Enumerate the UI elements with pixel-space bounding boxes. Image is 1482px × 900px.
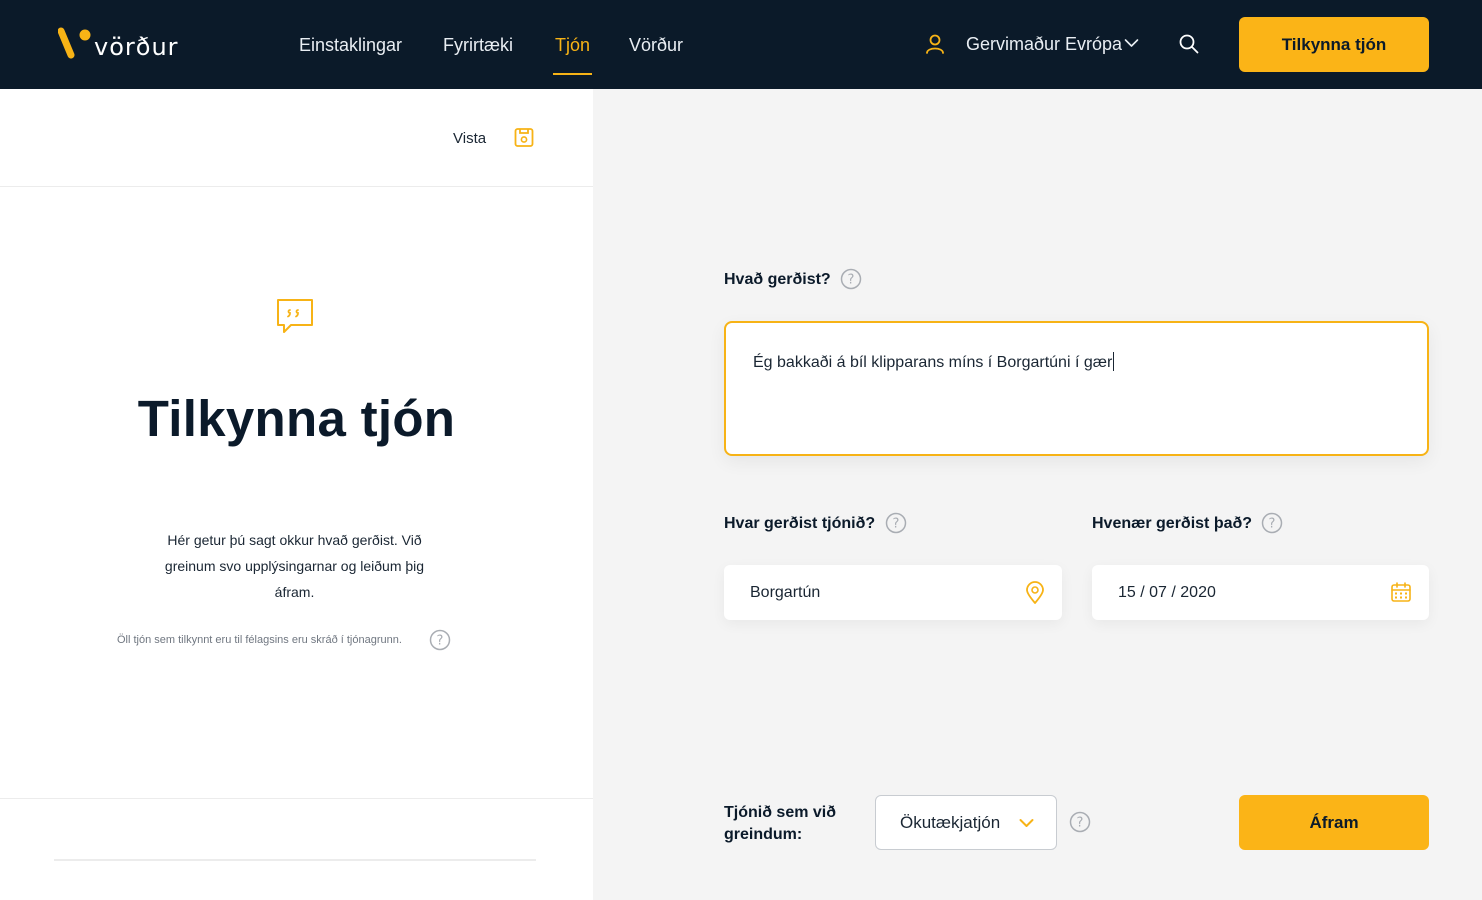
map-pin-icon[interactable] bbox=[1025, 581, 1045, 605]
location-input[interactable]: Borgartún bbox=[724, 565, 1062, 620]
svg-text:?: ? bbox=[893, 517, 900, 532]
text-caret bbox=[1113, 352, 1115, 371]
user-icon bbox=[926, 34, 944, 54]
claim-type-label: Tjónið sem við greindum: bbox=[724, 804, 837, 843]
intro-text: Hér getur þú sagt okkur hvað gerðist. Vi… bbox=[164, 532, 425, 600]
nav-fyrirtaeki[interactable]: Fyrirtæki bbox=[443, 35, 513, 56]
claim-type-value: Ökutækjatjón bbox=[900, 812, 1001, 832]
svg-text:?: ? bbox=[437, 634, 444, 649]
what-happened-label: Hvað gerðist? bbox=[724, 271, 831, 288]
help-icon[interactable]: ? bbox=[429, 629, 451, 651]
save-button-label[interactable]: Vista bbox=[453, 130, 486, 147]
logo-text: vörður bbox=[94, 33, 179, 61]
chevron-down-icon[interactable] bbox=[1124, 38, 1139, 48]
chevron-down-icon bbox=[1019, 819, 1034, 827]
nav-active-indicator bbox=[553, 73, 592, 75]
divider bbox=[0, 798, 593, 799]
continue-button[interactable]: Áfram bbox=[1239, 795, 1429, 850]
date-input[interactable]: 15 / 07 / 2020 bbox=[1092, 565, 1429, 620]
svg-text:?: ? bbox=[1269, 517, 1276, 532]
report-claim-button[interactable]: Tilkynna tjón bbox=[1239, 17, 1429, 72]
help-icon[interactable]: ? bbox=[1261, 512, 1283, 534]
where-label: Hvar gerðist tjónið? bbox=[724, 515, 876, 532]
when-label: Hvenær gerðist það? bbox=[1092, 515, 1253, 532]
claim-type-select[interactable]: Ökutækjatjón bbox=[875, 795, 1057, 850]
calendar-icon[interactable] bbox=[1390, 581, 1412, 603]
help-icon[interactable]: ? bbox=[840, 268, 862, 290]
save-icon[interactable] bbox=[514, 127, 534, 148]
logo-mark-icon bbox=[58, 27, 91, 59]
search-icon[interactable] bbox=[1178, 33, 1200, 55]
svg-text:?: ? bbox=[848, 273, 855, 288]
nav-tjon[interactable]: Tjón bbox=[555, 35, 590, 56]
what-happened-value: Ég bakkaði á bíl klipparans míns í Borga… bbox=[753, 354, 1113, 371]
help-icon[interactable]: ? bbox=[1069, 811, 1091, 833]
location-value: Borgartún bbox=[750, 583, 821, 601]
database-note: Öll tjón sem tilkynnt eru til félagsins … bbox=[117, 634, 402, 646]
left-panel: Vista Tilkynna tjón Hér getur þú sagt ok… bbox=[0, 89, 593, 900]
speech-bubble-quote-icon bbox=[277, 299, 313, 333]
nav-einstaklingar[interactable]: Einstaklingar bbox=[299, 35, 402, 56]
save-bar: Vista bbox=[0, 89, 593, 187]
svg-text:?: ? bbox=[1077, 816, 1084, 831]
top-header: vörður Einstaklingar Fyrirtæki Tjón Vörð… bbox=[0, 0, 1482, 89]
date-value: 15 / 07 / 2020 bbox=[1118, 583, 1216, 601]
divider bbox=[54, 859, 536, 861]
vordur-logo[interactable]: vörður bbox=[58, 27, 188, 63]
claim-form-panel: Hvað gerðist? ? Ég bakkaði á bíl klippar… bbox=[593, 89, 1482, 900]
help-icon[interactable]: ? bbox=[885, 512, 907, 534]
page-title: Tilkynna tjón bbox=[137, 390, 456, 447]
nav-vordur[interactable]: Vörður bbox=[629, 35, 683, 56]
what-happened-textarea[interactable]: Ég bakkaði á bíl klipparans míns í Borga… bbox=[724, 321, 1429, 456]
user-menu[interactable]: Gervimaður Evrópa bbox=[966, 34, 1122, 55]
